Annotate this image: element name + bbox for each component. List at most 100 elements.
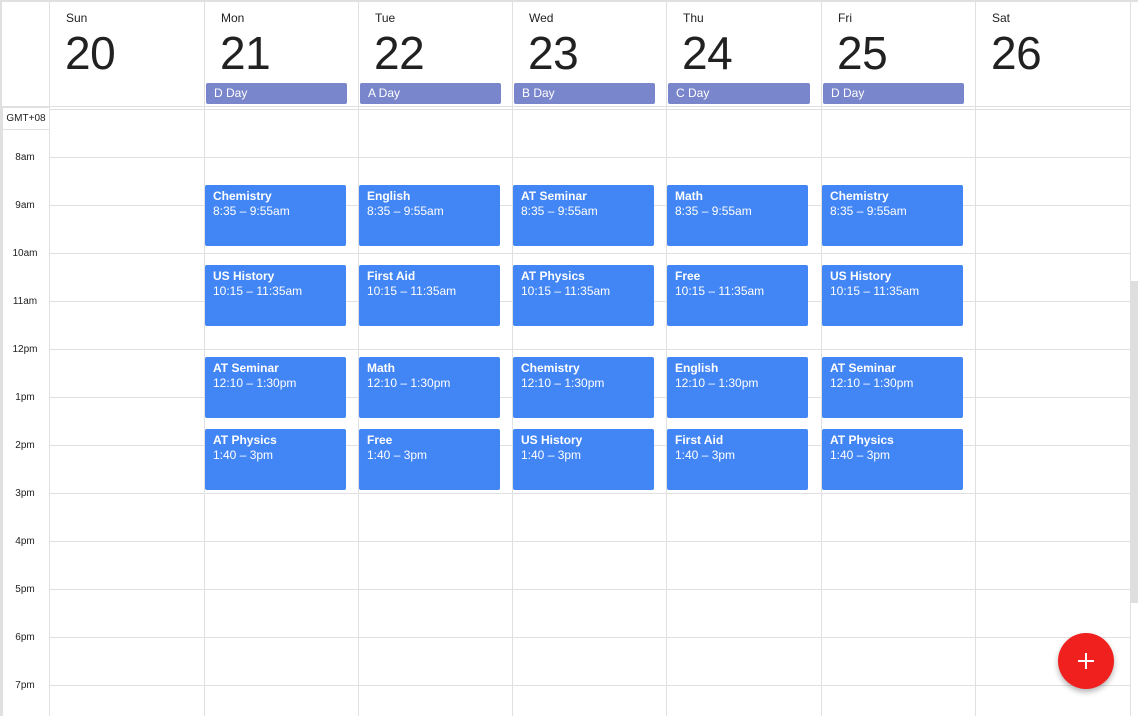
all-day-event[interactable]: D Day (823, 83, 964, 104)
all-day-event[interactable]: C Day (668, 83, 810, 104)
day-date[interactable]: 24 (682, 26, 733, 80)
calendar-event[interactable]: Chemistry 12:10 – 1:30pm (513, 357, 654, 418)
event-time: 8:35 – 9:55am (367, 204, 444, 218)
event-time: 1:40 – 3pm (675, 448, 736, 462)
event-time: 10:15 – 11:35am (675, 284, 765, 298)
event-time: 10:15 – 11:35am (521, 284, 611, 298)
hour-label: 11am (12, 296, 38, 307)
hour-gridline (50, 253, 1131, 254)
day-date[interactable]: 23 (528, 26, 579, 80)
calendar-event[interactable]: AT Physics 10:15 – 11:35am (513, 265, 654, 326)
week-calendar: Sun 20 Mon 21 D Day Tue 22 A Day Wed 23 B Day Thu 24… (0, 0, 1138, 716)
all-day-event[interactable]: A Day (360, 83, 501, 104)
event-title: Chemistry (521, 361, 580, 375)
event-title: First Aid (675, 433, 724, 447)
calendar-event[interactable]: First Aid 1:40 – 3pm (667, 429, 808, 490)
scrollbar-thumb[interactable] (1130, 281, 1138, 603)
day-header-wed[interactable]: Wed 23 B Day (513, 2, 667, 108)
day-date[interactable]: 21 (220, 26, 271, 80)
calendar-event[interactable]: US History 1:40 – 3pm (513, 429, 654, 490)
event-time: 10:15 – 11:35am (830, 284, 920, 298)
calendar-event[interactable]: US History 10:15 – 11:35am (205, 265, 346, 326)
calendar-event[interactable]: Chemistry 8:35 – 9:55am (205, 185, 346, 246)
event-time: 1:40 – 3pm (367, 448, 428, 462)
calendar-event[interactable]: English 12:10 – 1:30pm (667, 357, 808, 418)
hour-gridline (50, 493, 1131, 494)
event-time: 8:35 – 9:55am (213, 204, 290, 218)
event-title: AT Physics (213, 433, 277, 447)
event-title: US History (213, 269, 275, 283)
event-title: Chemistry (213, 189, 272, 203)
all-day-event[interactable]: B Day (514, 83, 655, 104)
event-time: 8:35 – 9:55am (675, 204, 752, 218)
calendar-event[interactable]: Chemistry 8:35 – 9:55am (822, 185, 963, 246)
event-title: AT Seminar (521, 189, 587, 203)
hour-gridline (50, 157, 1131, 158)
event-title: Free (675, 269, 701, 283)
hour-label: 4pm (15, 536, 35, 547)
header-divider (0, 106, 1131, 107)
event-time: 1:40 – 3pm (521, 448, 582, 462)
event-time: 1:40 – 3pm (213, 448, 274, 462)
event-time: 12:10 – 1:30pm (521, 376, 605, 390)
event-title: AT Physics (830, 433, 894, 447)
hour-gridline (50, 349, 1131, 350)
event-title: US History (830, 269, 892, 283)
hour-label: 7pm (15, 680, 35, 691)
hour-label: 10am (12, 248, 38, 259)
calendar-event[interactable]: US History 10:15 – 11:35am (822, 265, 963, 326)
hour-label: 3pm (15, 488, 35, 499)
event-title: AT Seminar (213, 361, 279, 375)
day-name: Wed (529, 11, 554, 25)
day-date[interactable]: 20 (65, 26, 116, 80)
day-header-thu[interactable]: Thu 24 C Day (667, 2, 822, 108)
day-date[interactable]: 22 (374, 26, 425, 80)
calendar-event[interactable]: AT Seminar 12:10 – 1:30pm (205, 357, 346, 418)
event-time: 12:10 – 1:30pm (830, 376, 914, 390)
event-time: 10:15 – 11:35am (367, 284, 457, 298)
calendar-event[interactable]: Math 12:10 – 1:30pm (359, 357, 500, 418)
calendar-event[interactable]: AT Physics 1:40 – 3pm (205, 429, 346, 490)
event-time: 1:40 – 3pm (830, 448, 891, 462)
calendar-event[interactable]: Free 1:40 – 3pm (359, 429, 500, 490)
day-header-tue[interactable]: Tue 22 A Day (359, 2, 513, 108)
day-column-sat[interactable] (976, 108, 1131, 716)
calendar-event[interactable]: AT Physics 1:40 – 3pm (822, 429, 963, 490)
event-time: 12:10 – 1:30pm (675, 376, 759, 390)
calendar-event[interactable]: AT Seminar 8:35 – 9:55am (513, 185, 654, 246)
event-title: First Aid (367, 269, 416, 283)
event-title: Chemistry (830, 189, 889, 203)
create-event-button[interactable] (1058, 633, 1114, 689)
week-header: Sun 20 Mon 21 D Day Tue 22 A Day Wed 23 B Day Thu 24… (0, 0, 1138, 110)
hour-gridline (50, 685, 1131, 686)
day-date[interactable]: 26 (991, 26, 1042, 80)
event-title: US History (521, 433, 583, 447)
event-title: Free (367, 433, 393, 447)
event-time: 8:35 – 9:55am (830, 204, 907, 218)
day-name: Fri (838, 11, 852, 25)
event-title: English (675, 361, 719, 375)
calendar-event[interactable]: Free 10:15 – 11:35am (667, 265, 808, 326)
event-time: 12:10 – 1:30pm (367, 376, 451, 390)
hour-label: 6pm (15, 632, 35, 643)
day-header-sun[interactable]: Sun 20 (50, 2, 205, 108)
all-day-event[interactable]: D Day (206, 83, 347, 104)
hour-label: 9am (15, 200, 35, 211)
event-title: Math (675, 189, 703, 203)
hour-label: 12pm (12, 344, 38, 355)
day-header-mon[interactable]: Mon 21 D Day (205, 2, 359, 108)
day-name: Tue (375, 11, 396, 25)
calendar-event[interactable]: First Aid 10:15 – 11:35am (359, 265, 500, 326)
calendar-event[interactable]: Math 8:35 – 9:55am (667, 185, 808, 246)
calendar-event[interactable]: English 8:35 – 9:55am (359, 185, 500, 246)
day-header-fri[interactable]: Fri 25 D Day (822, 2, 976, 108)
calendar-event[interactable]: AT Seminar 12:10 – 1:30pm (822, 357, 963, 418)
day-name: Sun (66, 11, 88, 25)
day-column-sun[interactable] (50, 108, 205, 716)
day-header-sat[interactable]: Sat 26 (976, 2, 1131, 108)
event-time: 8:35 – 9:55am (521, 204, 598, 218)
day-name: Thu (683, 11, 704, 25)
event-title: English (367, 189, 411, 203)
day-date[interactable]: 25 (837, 26, 888, 80)
hour-label: 5pm (15, 584, 35, 595)
